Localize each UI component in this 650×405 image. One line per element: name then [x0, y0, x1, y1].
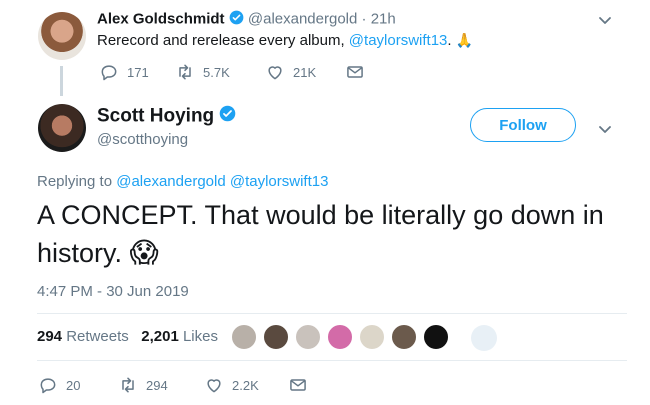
reply-text-prefix: Rerecord and rerelease every album,: [97, 32, 345, 49]
chevron-down-icon[interactable]: [597, 12, 613, 28]
liker-avatar-placeholder: [471, 325, 497, 351]
replying-mention-alexandergold[interactable]: @alexandergold: [116, 173, 225, 190]
reply-action-like[interactable]: 21K: [265, 62, 345, 82]
liker-avatar[interactable]: [390, 323, 418, 351]
reply-action-message[interactable]: [345, 62, 375, 82]
reply-icon: [101, 65, 117, 81]
reply-handle[interactable]: @alexandergold: [248, 10, 357, 27]
chevron-down-icon[interactable]: [597, 121, 613, 137]
replying-to-label: Replying to: [37, 173, 113, 190]
main-display-name[interactable]: Scott Hoying: [97, 106, 214, 127]
main-action-message[interactable]: [288, 375, 318, 395]
reply-action-bar: 171 5.7K 21K: [99, 62, 375, 82]
follow-button[interactable]: Follow: [470, 108, 576, 142]
replying-to-line: Replying to @alexandergold @taylorswift1…: [37, 173, 328, 190]
likes-stat-label: Likes: [182, 328, 218, 345]
stats-divider-top: [37, 313, 627, 314]
envelope-icon: [347, 66, 363, 78]
main-tweet-text: A CONCEPT. That would be literally go do…: [37, 196, 627, 272]
reply-mention-link[interactable]: @taylorswift13: [349, 32, 448, 49]
verified-badge-icon: [219, 105, 236, 128]
reply-text-suffix: .: [447, 32, 452, 49]
heart-icon: [207, 379, 221, 393]
follow-label: Follow: [499, 116, 547, 134]
replying-mention-taylorswift13[interactable]: @taylorswift13: [230, 173, 329, 190]
verified-badge-icon: [229, 10, 244, 29]
avatar-scott-hoying[interactable]: [38, 104, 86, 152]
reply-icon: [40, 378, 56, 394]
main-text: A CONCEPT. That would be literally go do…: [37, 200, 604, 268]
liker-avatar[interactable]: [422, 323, 450, 351]
liker-avatar[interactable]: [326, 323, 354, 351]
avatar-alex-goldschmidt[interactable]: [38, 12, 86, 60]
screaming-face-emoji: 😱: [129, 237, 159, 268]
retweets-stat-label: Retweets: [66, 328, 129, 345]
reply-count: 171: [127, 64, 149, 80]
retweets-stat[interactable]: 294 Retweets: [37, 328, 129, 345]
stats-divider-bottom: [37, 360, 627, 361]
liker-avatar[interactable]: [294, 323, 322, 351]
main-retweet-count: 294: [146, 377, 168, 393]
heart-icon: [268, 66, 282, 80]
main-action-reply[interactable]: 20: [38, 375, 118, 395]
liker-avatar[interactable]: [262, 323, 290, 351]
reply-tweet-text: Rerecord and rerelease every album, @tay…: [97, 32, 473, 49]
retweet-count: 5.7K: [203, 64, 230, 80]
main-action-like[interactable]: 2.2K: [204, 375, 288, 395]
main-handle[interactable]: @scotthoying: [97, 131, 188, 148]
retweet-icon: [179, 64, 191, 80]
reply-tweet-header: Alex Goldschmidt @alexandergold · 21h: [97, 10, 396, 29]
praying-hands-emoji: 🙏: [455, 32, 474, 48]
main-reply-count: 20: [66, 377, 81, 393]
reply-action-retweet[interactable]: 5.7K: [175, 62, 265, 82]
tweet-timestamp[interactable]: 4:47 PM - 30 Jun 2019: [37, 283, 189, 300]
main-action-retweet[interactable]: 294: [118, 375, 204, 395]
likes-stat-count: 2,201: [141, 328, 179, 345]
engagement-stats: 294 Retweets 2,201 Likes: [37, 328, 218, 345]
liker-avatar[interactable]: [230, 323, 258, 351]
reply-action-reply[interactable]: 171: [99, 62, 175, 82]
main-tweet-name: Scott Hoying: [97, 105, 236, 128]
likes-stat[interactable]: 2,201 Likes: [141, 328, 218, 345]
reply-display-name[interactable]: Alex Goldschmidt: [97, 10, 225, 27]
main-like-count: 2.2K: [232, 377, 259, 393]
liker-avatar[interactable]: [358, 323, 386, 351]
thread-connector-line: [60, 66, 63, 96]
like-count: 21K: [293, 64, 317, 80]
liker-avatars: [230, 323, 450, 351]
retweet-icon: [122, 377, 134, 393]
main-action-bar: 20 294 2.2K: [38, 375, 318, 395]
envelope-icon: [290, 379, 306, 391]
reply-time-separator: ·: [361, 10, 367, 28]
retweets-stat-count: 294: [37, 328, 63, 345]
reply-time[interactable]: 21h: [371, 10, 396, 27]
